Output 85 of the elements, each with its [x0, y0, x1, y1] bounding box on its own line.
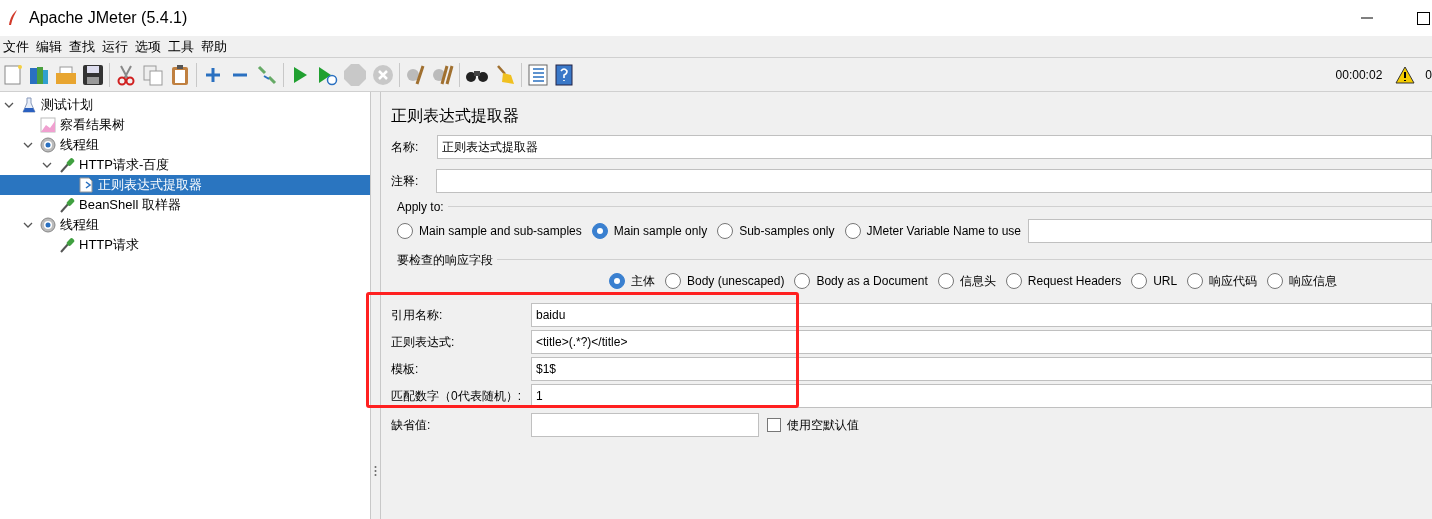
- paste-icon[interactable]: [169, 63, 191, 86]
- input-field[interactable]: baidu: [531, 303, 1432, 327]
- field-label: 引用名称:: [391, 307, 444, 324]
- menu-item[interactable]: 查找: [66, 36, 98, 57]
- input-field[interactable]: [531, 413, 759, 437]
- input-field[interactable]: <title>(.*?)</title>: [531, 330, 1432, 354]
- feather-icon: [7, 9, 19, 27]
- tree-item[interactable]: 测试计划: [41, 95, 93, 115]
- window-title: Apache JMeter (5.4.1): [29, 8, 188, 28]
- tree-row-highlight[interactable]: 正则表达式提取器: [0, 175, 370, 195]
- tree-item[interactable]: 正则表达式提取器: [98, 175, 202, 195]
- input-field[interactable]: [436, 169, 1432, 193]
- panel-title: 正则表达式提取器: [391, 106, 519, 126]
- radio-label[interactable]: JMeter Variable Name to use: [866, 222, 1022, 240]
- radio-button[interactable]: [1267, 273, 1284, 289]
- folder-icon[interactable]: [55, 63, 77, 86]
- radio-button[interactable]: [665, 273, 681, 289]
- document-arrow-icon: [78, 177, 94, 193]
- save-icon[interactable]: [82, 63, 104, 86]
- maximize-icon[interactable]: [1417, 11, 1430, 25]
- radio-button[interactable]: [844, 223, 861, 239]
- flask-icon: [21, 97, 37, 113]
- tree-item[interactable]: 线程组: [60, 135, 99, 155]
- input-field[interactable]: 1: [531, 384, 1432, 408]
- field-label: 注释:: [391, 173, 420, 190]
- broom-icon[interactable]: [494, 63, 516, 86]
- group-legend: 要检查的响应字段: [397, 251, 497, 269]
- chevron-down-icon[interactable]: [42, 160, 52, 170]
- radio-label[interactable]: 主体: [631, 272, 655, 290]
- chevron-down-icon[interactable]: [23, 140, 33, 150]
- warning-icon[interactable]: [1395, 65, 1416, 84]
- tree-item[interactable]: 线程组: [60, 215, 99, 235]
- field-label: 模板:: [391, 361, 420, 378]
- menu-item[interactable]: 编辑: [33, 36, 65, 57]
- radio-label[interactable]: 响应代码: [1209, 272, 1258, 290]
- radio-label[interactable]: Body (unescaped): [687, 272, 785, 290]
- help-book-icon[interactable]: [554, 63, 574, 86]
- field-label: 缺省值:: [391, 417, 432, 434]
- field-label: 匹配数字（0代表随机）:: [391, 388, 522, 405]
- splitter-grip-icon[interactable]: [374, 465, 377, 477]
- radio-button[interactable]: [937, 273, 954, 289]
- elapsed-time: 00:00:02: [1335, 66, 1383, 84]
- radio-button[interactable]: [1005, 273, 1022, 289]
- radio-label[interactable]: Main sample only: [613, 222, 708, 240]
- radio-label[interactable]: Main sample and sub-samples: [419, 222, 582, 240]
- radio-button[interactable]: [717, 223, 734, 239]
- input-field[interactable]: $1$: [531, 357, 1432, 381]
- gear-icon: [40, 137, 56, 153]
- field-label: 名称:: [391, 139, 420, 156]
- radio-label[interactable]: 信息头: [959, 272, 996, 290]
- radio-button[interactable]: [794, 273, 811, 289]
- menu-item[interactable]: 文件: [0, 36, 32, 57]
- tree-item[interactable]: BeanShell 取样器: [79, 195, 181, 215]
- radio-button[interactable]: [397, 223, 413, 239]
- radio-label[interactable]: Request Headers: [1027, 272, 1122, 290]
- pipette-icon: [59, 157, 75, 173]
- radio-label[interactable]: URL: [1153, 272, 1178, 290]
- radio-label[interactable]: Body as a Document: [816, 272, 928, 290]
- radio-button[interactable]: [1187, 273, 1204, 289]
- field-label: 正则表达式:: [391, 334, 456, 351]
- radio-button[interactable]: [591, 223, 608, 239]
- cut-icon[interactable]: [115, 63, 137, 86]
- tree-item[interactable]: HTTP请求-百度: [79, 155, 170, 175]
- menu-item[interactable]: 工具: [165, 36, 197, 57]
- list-icon[interactable]: [527, 63, 549, 86]
- menu-item[interactable]: 帮助: [198, 36, 230, 57]
- input-field[interactable]: [1028, 219, 1432, 243]
- menu-item[interactable]: 运行: [99, 36, 131, 57]
- warning-count: 0: [1425, 66, 1432, 84]
- pipette-icon: [59, 237, 75, 253]
- menu-item[interactable]: 选项: [132, 36, 164, 57]
- checkbox-label[interactable]: 使用空默认值: [787, 416, 859, 434]
- radio-label[interactable]: 响应信息: [1289, 272, 1338, 290]
- pipette-icon: [59, 197, 75, 213]
- chevron-down-icon[interactable]: [4, 100, 14, 110]
- input-field[interactable]: 正则表达式提取器: [437, 135, 1432, 159]
- radio-label[interactable]: Sub-samples only: [739, 222, 835, 240]
- gear-icon: [40, 217, 56, 233]
- radio-button[interactable]: [609, 273, 625, 289]
- checkbox[interactable]: [767, 418, 781, 432]
- chart-icon: [40, 117, 56, 133]
- tree-item[interactable]: 察看结果树: [60, 115, 125, 135]
- chevron-down-icon[interactable]: [23, 220, 33, 230]
- radio-button[interactable]: [1131, 273, 1148, 289]
- tree-item[interactable]: HTTP请求: [79, 235, 139, 255]
